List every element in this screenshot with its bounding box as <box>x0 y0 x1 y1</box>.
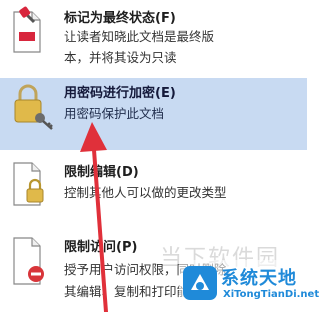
site-logo-icon <box>183 266 217 300</box>
site-watermark: 系统天地 XiTongTianDi.net <box>179 260 319 312</box>
watermark-site-url: XiTongTianDi.net <box>223 289 320 300</box>
watermark-site-name: 系统天地 <box>221 268 297 289</box>
